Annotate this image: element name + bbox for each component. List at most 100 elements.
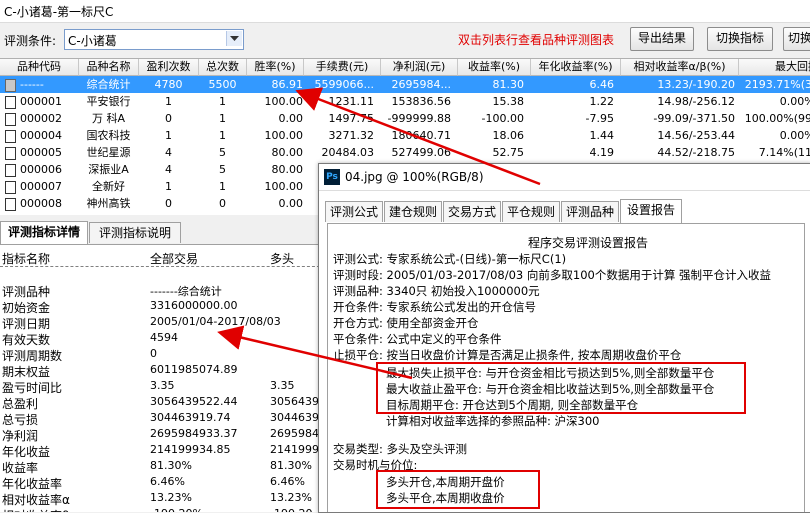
table-cell-ret: 52.75 — [492, 146, 525, 159]
table-cell-rel: 13.23/-190.20 — [657, 78, 735, 91]
detail-all: 81.30% — [150, 459, 192, 472]
table-cell-dd: 7.14%(115 — [758, 146, 810, 159]
chevron-down-icon[interactable] — [226, 31, 242, 46]
report-line: 计算相对收益率选择的参照品种: 沪深300 — [386, 414, 600, 428]
document-icon — [5, 79, 16, 92]
detail-name: 期末权益 — [2, 365, 51, 379]
table-row[interactable]: 000004 国农科技 1 1 100.00 3271.32 180640.71 18.06 1… — [0, 127, 810, 144]
window-title-bar: C-小诸葛-第一标尺C — [0, 0, 810, 23]
table-cell-rate: 100.00 — [264, 95, 304, 108]
tab-detail[interactable]: 评测指标详情 — [0, 221, 88, 244]
detail-name: 评测日期 — [2, 317, 51, 331]
detail-row: 相对收益率β -190.20% -190.20 — [0, 507, 325, 512]
table-row[interactable]: ------ 综合统计 4780 5500 86.91 5599066... 2695984… — [0, 76, 810, 93]
detail-all: 0 — [150, 347, 157, 360]
report-line: 开仓方式: 使用全部资金开仓 — [333, 316, 479, 330]
detail-row: 净利润 2695984933.37 26959849 — [0, 427, 325, 443]
tab-trade-mode[interactable]: 交易方式 — [443, 201, 501, 222]
column-header[interactable]: 收益率(%) — [458, 59, 531, 76]
table-cell-wins: 4 — [165, 146, 172, 159]
tab-open-rules[interactable]: 建仓规则 — [384, 201, 442, 222]
column-header[interactable]: 总次数 — [199, 59, 247, 76]
table-cell-dd: 100.00%(999 — [744, 112, 810, 125]
table-cell-annual: -7.95 — [585, 112, 614, 125]
photoshop-icon: Ps — [324, 169, 340, 185]
column-header[interactable]: 盈利次数 — [139, 59, 199, 76]
table-row[interactable]: 000001 平安银行 1 1 100.00 1231.11 153836.56 15.38 1… — [0, 93, 810, 110]
detail-row: 收益率 81.30% 81.30% — [0, 459, 325, 475]
tab-formula[interactable]: 评测公式 — [325, 201, 383, 222]
detail-all: 3316000000.00 — [150, 299, 238, 312]
detail-row: 年化收益率 6.46% 6.46% — [0, 475, 325, 491]
detail-name: 相对收益率β — [2, 507, 70, 512]
detail-row: 评测周期数 0 — [0, 347, 325, 363]
tab-settings-report[interactable]: 设置报告 — [620, 199, 682, 223]
detail-name: 年化收益率 — [2, 477, 63, 491]
column-header[interactable]: 品种代码 — [0, 59, 79, 76]
detail-row: 初始资金 3316000000.00 — [0, 299, 325, 315]
table-cell-total: 5 — [219, 163, 226, 176]
column-header[interactable]: 手续费(元) — [304, 59, 381, 76]
detail-name: 净利润 — [2, 429, 39, 443]
tab-instruments[interactable]: 评测品种 — [561, 201, 619, 222]
column-header[interactable]: 品种名称 — [79, 59, 139, 76]
table-cell-total: 1 — [219, 180, 226, 193]
document-icon — [5, 130, 16, 143]
table-cell-ret: 18.06 — [492, 129, 525, 142]
table-cell-profit: 2695984... — [391, 78, 451, 91]
table-cell-fee: 20484.03 — [321, 146, 375, 159]
table-cell-rel: 44.52/-218.75 — [657, 146, 735, 159]
table-cell-name: 世纪星源 — [86, 146, 131, 159]
table-row[interactable]: 000002 万 科A 0 1 0.00 1497.75 -999999.88 -100.00… — [0, 110, 810, 127]
switch-indicator-button[interactable]: 切换指标 — [707, 27, 773, 51]
tab-close-rules[interactable]: 平仓规则 — [502, 201, 560, 222]
table-row[interactable]: 000005 世纪星源 4 5 80.00 20484.03 527499.06 52.75 4… — [0, 144, 810, 161]
table-cell-name: 国农科技 — [86, 129, 131, 142]
switch-more-button[interactable]: 切换 — [783, 27, 810, 51]
table-cell-rate: 86.91 — [271, 78, 304, 91]
table-cell-rate: 0.00 — [278, 112, 304, 125]
column-header[interactable]: 年化收益率(%) — [531, 59, 621, 76]
detail-row: 有效天数 4594 — [0, 331, 325, 347]
table-cell-name: 全新好 — [92, 180, 125, 193]
detail-row: 盈亏时间比 3.35 3.35 — [0, 379, 325, 395]
table-cell-rate: 100.00 — [264, 129, 304, 142]
detail-tabs: 评测指标详情 评测指标说明 — [0, 221, 320, 244]
column-header[interactable]: 胜率(%) — [247, 59, 304, 76]
detail-all: 3.35 — [150, 379, 175, 392]
document-icon — [5, 113, 16, 126]
detail-header-all: 全部交易 — [150, 252, 199, 266]
column-header[interactable]: 相对收益率α/β(%) — [621, 59, 739, 76]
tab-description[interactable]: 评测指标说明 — [89, 222, 181, 243]
export-button[interactable]: 导出结果 — [630, 27, 694, 51]
report-body: 程序交易评测设置报告 评测公式: 专家系统公式-(日线)-第一标尺C(1) 评测… — [327, 223, 805, 512]
table-cell-rel: 14.56/-253.44 — [657, 129, 735, 142]
detail-name: 评测周期数 — [2, 349, 63, 363]
window-title: C-小诸葛-第一标尺C — [4, 5, 114, 19]
detail-row: 总盈利 3056439522.44 30564395 — [0, 395, 325, 411]
toolbar: 评测条件: C-小诸葛 双击列表行查看品种评测图表 导出结果 切换指标 切换 — [0, 23, 810, 57]
table-cell-name: 综合统计 — [86, 78, 131, 91]
criteria-select[interactable]: C-小诸葛 — [64, 29, 244, 50]
annotation-box — [376, 362, 746, 414]
table-cell-profit: 527499.06 — [391, 146, 452, 159]
table-cell-ret: -100.00 — [481, 112, 524, 125]
detail-header-long: 多头 — [270, 252, 295, 266]
document-icon — [5, 96, 16, 109]
detail-name: 年化收益 — [2, 445, 51, 459]
table-cell-profit: 180640.71 — [391, 129, 452, 142]
report-line: 评测时段: 2005/01/03-2017/08/03 向前多取100个数据用于… — [333, 268, 772, 282]
detail-name: 评测品种 — [2, 285, 51, 299]
detail-all: 304463919.74 — [150, 411, 231, 424]
table-cell-wins: 1 — [165, 129, 172, 142]
detail-name: 收益率 — [2, 461, 39, 475]
column-header[interactable]: 净利润(元) — [381, 59, 458, 76]
column-header[interactable]: 最大回撤 — [739, 59, 810, 76]
detail-name: 盈亏时间比 — [2, 381, 63, 395]
detail-row: 相对收益率α 13.23% 13.23% — [0, 491, 325, 507]
report-line: 平仓条件: 公式中定义的平仓条件 — [333, 332, 502, 346]
detail-all: 13.23% — [150, 491, 192, 504]
report-line: 评测品种: 3340只 初始投入1000000元 — [333, 284, 540, 298]
table-cell-code: 000007 — [20, 180, 62, 193]
viewer-title-bar: Ps 04.jpg @ 100%(RGB/8) — [319, 164, 810, 191]
